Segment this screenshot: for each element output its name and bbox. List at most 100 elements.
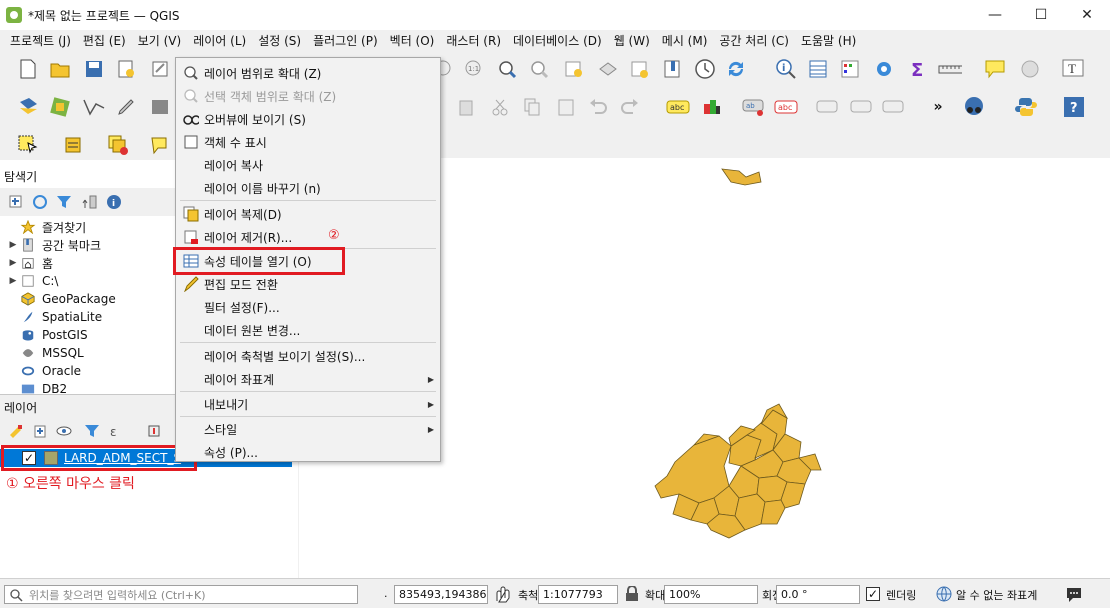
browser-item-favorites[interactable]: 즐겨찾기 xyxy=(6,218,86,236)
new-map-view-icon[interactable] xyxy=(628,57,652,81)
change-label-icon[interactable] xyxy=(882,95,906,119)
expand-all-icon[interactable] xyxy=(142,419,166,443)
toolbar-overflow-button[interactable]: » xyxy=(926,95,950,119)
menu-mesh[interactable]: 메시 (M) xyxy=(656,32,714,49)
refresh-browser-icon[interactable] xyxy=(28,190,52,214)
filter-legend-icon[interactable] xyxy=(80,419,104,443)
pin-labels-icon[interactable]: ab xyxy=(742,95,766,119)
close-button[interactable]: ✕ xyxy=(1064,0,1110,30)
menu-scale-visibility[interactable]: 레이어 축척별 보이기 설정(S)... xyxy=(176,345,440,367)
menu-vector[interactable]: 벡터 (O) xyxy=(384,32,441,49)
move-label-icon[interactable] xyxy=(816,95,840,119)
identify-features-icon[interactable]: i xyxy=(774,57,798,81)
lock-scale-icon[interactable] xyxy=(620,582,644,606)
scale-field[interactable]: 1:1077793 xyxy=(538,585,618,604)
deselect-features-icon[interactable] xyxy=(106,133,130,157)
bookmark-manager-icon[interactable] xyxy=(660,57,684,81)
menu-layer-crs[interactable]: 레이어 좌표계 ▶ xyxy=(176,368,440,390)
menu-zoom-to-layer[interactable]: 레이어 범위로 확대 (Z) xyxy=(176,62,440,84)
rotate-label-icon[interactable] xyxy=(850,95,874,119)
show-bookmarks-icon[interactable] xyxy=(596,57,620,81)
menu-filter[interactable]: 필터 설정(F)... xyxy=(176,296,440,318)
browser-item-geopackage[interactable]: GeoPackage xyxy=(6,290,116,308)
help-icon[interactable]: ? xyxy=(1062,95,1086,119)
maximize-button[interactable]: ☐ xyxy=(1018,0,1064,30)
menu-help[interactable]: 도움말 (H) xyxy=(795,32,862,49)
add-group-icon[interactable] xyxy=(28,419,52,443)
collapse-all-icon[interactable] xyxy=(78,190,102,214)
menu-database[interactable]: 데이터베이스 (D) xyxy=(507,32,608,49)
open-project-icon[interactable] xyxy=(48,57,72,81)
paste-features-icon[interactable] xyxy=(554,95,578,119)
browser-item-drive-c[interactable]: ▶ C:\ xyxy=(6,272,59,290)
menu-plugins[interactable]: 플러그인 (P) xyxy=(307,32,384,49)
menu-toggle-editing[interactable]: 편집 모드 전환 xyxy=(176,273,440,295)
layer-diagram-icon[interactable] xyxy=(700,95,724,119)
browser-item-home[interactable]: ▶ 홈 xyxy=(6,254,54,272)
menu-remove-layer[interactable]: 레이어 제거(R)... xyxy=(176,226,440,248)
redo-icon[interactable] xyxy=(618,95,642,119)
save-project-icon[interactable] xyxy=(82,57,106,81)
menu-view[interactable]: 보기 (V) xyxy=(132,32,187,49)
menu-styles[interactable]: 스타일 ▶ xyxy=(176,418,440,440)
show-hide-labels-icon[interactable]: abc xyxy=(774,95,798,119)
digitize-icon[interactable] xyxy=(82,95,106,119)
edit-pencil-icon[interactable] xyxy=(114,95,138,119)
add-selected-icon[interactable] xyxy=(4,190,28,214)
rotation-field[interactable]: 0.0 ° xyxy=(776,585,860,604)
menu-settings[interactable]: 설정 (S) xyxy=(252,32,307,49)
magnifier-field[interactable]: 100% xyxy=(664,585,758,604)
undo-icon[interactable] xyxy=(586,95,610,119)
browser-item-postgis[interactable]: PostGIS xyxy=(6,326,88,344)
coordinate-field[interactable]: 835493,1943869 xyxy=(394,585,488,604)
menu-raster[interactable]: 래스터 (R) xyxy=(440,32,507,49)
menu-copy-layer[interactable]: 레이어 복사 xyxy=(176,154,440,176)
copy-features-icon[interactable] xyxy=(520,95,544,119)
refresh-icon[interactable] xyxy=(724,57,748,81)
add-vector-layer-icon[interactable] xyxy=(16,95,40,119)
filter-browser-icon[interactable] xyxy=(52,190,76,214)
toggle-extents-icon[interactable] xyxy=(490,582,514,606)
render-checkbox[interactable]: ✓ xyxy=(866,587,880,601)
messages-icon[interactable] xyxy=(1062,582,1086,606)
plugin-metasearch-icon[interactable] xyxy=(962,95,986,119)
temporal-controller-icon[interactable] xyxy=(693,57,717,81)
browser-item-spatial-bookmarks[interactable]: ▶ 공간 북마크 xyxy=(6,236,101,254)
menu-show-in-overview[interactable]: 오버뷰에 보이기 (S) xyxy=(176,108,440,130)
delete-selected-icon[interactable] xyxy=(454,95,478,119)
menu-rename-layer[interactable]: 레이어 이름 바꾸기 (n) xyxy=(176,177,440,199)
select-features-icon[interactable] xyxy=(16,133,40,157)
minimize-button[interactable]: — xyxy=(972,0,1018,30)
browser-item-mssql[interactable]: MSSQL xyxy=(6,344,84,362)
zoom-full-icon[interactable]: 1:1 xyxy=(462,57,486,81)
new-spatial-bookmark-icon[interactable] xyxy=(562,57,586,81)
cut-features-icon[interactable] xyxy=(488,95,512,119)
new-project-icon[interactable] xyxy=(16,57,40,81)
statistical-summary-icon[interactable]: Σ xyxy=(906,57,930,81)
menu-layer[interactable]: 레이어 (L) xyxy=(187,32,252,49)
processing-toolbox-icon[interactable] xyxy=(872,57,896,81)
map-tips-icon[interactable] xyxy=(983,57,1007,81)
select-by-value-icon[interactable] xyxy=(62,133,86,157)
select-location-icon[interactable] xyxy=(148,133,172,157)
layer-styling-icon[interactable] xyxy=(4,419,28,443)
browser-item-spatialite[interactable]: SpatiaLite xyxy=(6,308,102,326)
menu-project[interactable]: 프로젝트 (J) xyxy=(4,32,77,49)
zoom-to-selection-icon[interactable] xyxy=(527,57,551,81)
select-tool-icon[interactable] xyxy=(1018,57,1042,81)
add-wms-layer-icon[interactable] xyxy=(148,95,172,119)
menu-show-feature-count[interactable]: 객체 수 표시 xyxy=(176,131,440,153)
crs-globe-icon[interactable] xyxy=(932,582,956,606)
browser-item-db2[interactable]: DB2 xyxy=(6,380,67,394)
browser-item-oracle[interactable]: Oracle xyxy=(6,362,81,380)
menu-processing[interactable]: 공간 처리 (C) xyxy=(713,32,795,49)
measure-icon[interactable] xyxy=(938,57,962,81)
zoom-to-layer-icon[interactable] xyxy=(495,57,519,81)
project-templates-icon[interactable] xyxy=(114,57,138,81)
locator-search-input[interactable]: 위치를 찾으려면 입력하세요 (Ctrl+K) xyxy=(4,585,358,604)
properties-info-icon[interactable]: i xyxy=(102,190,126,214)
filter-expression-icon[interactable]: ε xyxy=(106,419,130,443)
menu-export[interactable]: 내보내기 ▶ xyxy=(176,393,440,415)
add-raster-layer-icon[interactable] xyxy=(48,95,72,119)
layout-manager-icon[interactable] xyxy=(148,57,172,81)
